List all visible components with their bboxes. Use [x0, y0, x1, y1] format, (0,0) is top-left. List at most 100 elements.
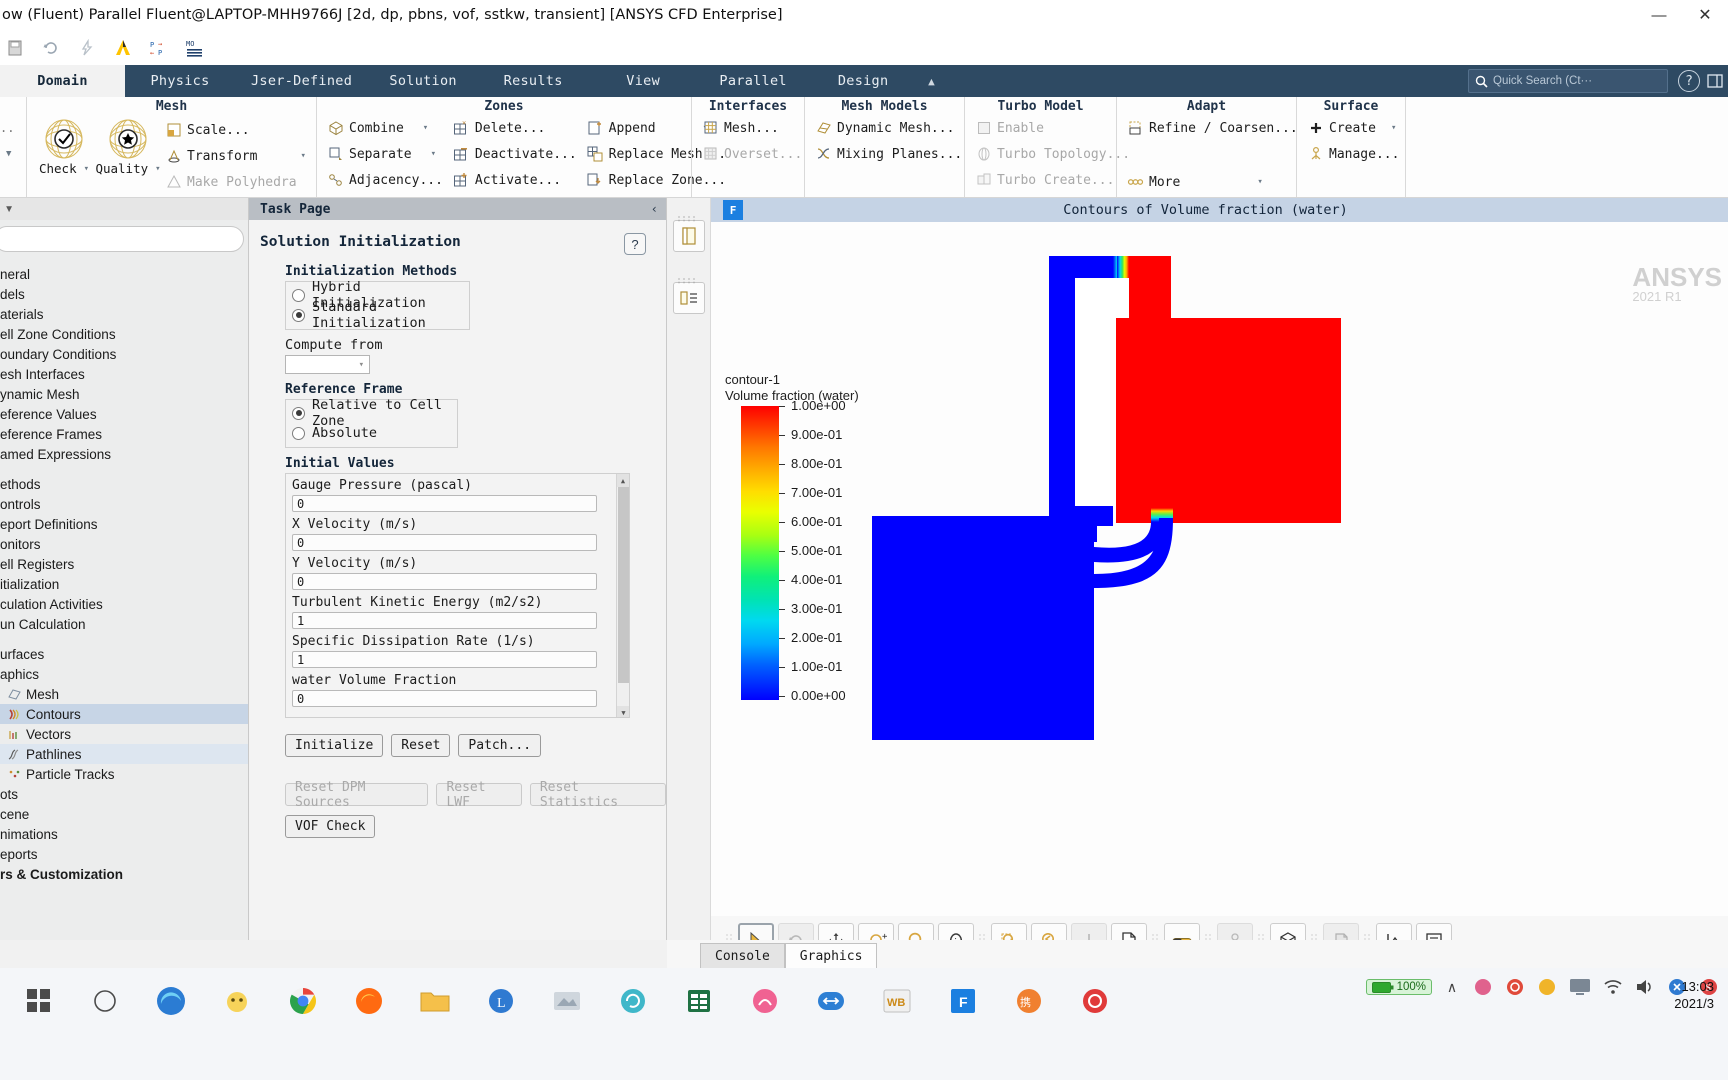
mo-icon[interactable]: MO — [184, 37, 206, 59]
chevron-down-icon[interactable]: ▾ — [80, 164, 89, 174]
tray-red-icon[interactable] — [1504, 976, 1526, 998]
battery-indicator[interactable]: 100% — [1365, 979, 1432, 995]
deactivate-zone-button[interactable]: Deactivate... — [449, 142, 581, 166]
scroll-down-icon[interactable]: ▼ — [617, 706, 629, 717]
tree-search-input[interactable] — [0, 226, 244, 252]
chevron-down-icon[interactable]: ▾ — [1185, 177, 1262, 187]
contour-canvas[interactable]: ANSYS 2021 R1 contour-1 Volume fraction … — [711, 222, 1728, 916]
tree-item-surfaces[interactable]: urfaces — [0, 644, 248, 664]
app-yellow-icon[interactable] — [218, 982, 256, 1020]
gauge-pressure-input[interactable]: 0 — [292, 495, 597, 512]
tab-results[interactable]: Results — [478, 65, 588, 97]
y-velocity-input[interactable]: 0 — [292, 573, 597, 590]
scale-button[interactable]: Scale... — [161, 118, 310, 142]
collapse-ribbon-icon[interactable]: ▲ — [918, 65, 945, 97]
chevron-up-icon[interactable]: ∧ — [1442, 977, 1462, 997]
activate-zone-button[interactable]: Activate... — [449, 168, 581, 192]
tab-physics[interactable]: Physics — [125, 65, 235, 97]
tree-item-monitors[interactable]: onitors — [0, 534, 248, 554]
taskbar-clock[interactable]: 13:03 2021/3 — [1674, 978, 1714, 1012]
tray-yellow-icon[interactable] — [1536, 976, 1558, 998]
mesh-quality-button[interactable]: Quality ▾ — [95, 116, 161, 176]
tree-item-mesh-interfaces[interactable]: esh Interfaces — [0, 364, 248, 384]
tree-item-graphics[interactable]: aphics — [0, 664, 248, 684]
task-page-collapse-icon[interactable]: ‹ — [651, 202, 666, 216]
chevron-down-icon[interactable]: ▾ — [151, 164, 160, 174]
tree-item-models[interactable]: dels — [0, 284, 248, 304]
tray-monitor-icon[interactable] — [1568, 976, 1592, 998]
explorer-icon[interactable] — [416, 982, 454, 1020]
refresh-icon[interactable] — [40, 37, 62, 59]
tree-item-methods[interactable]: ethods — [0, 474, 248, 494]
split-pane-icon[interactable] — [672, 282, 705, 314]
chrome-icon[interactable] — [284, 982, 322, 1020]
tree-item-reference-frames[interactable]: eference Frames — [0, 424, 248, 444]
initial-values-scrollbar[interactable]: ▲ ▼ — [616, 474, 629, 717]
separate-button[interactable]: Separate ▾ — [323, 142, 447, 166]
tree-item-parameters-customization[interactable]: rs & Customization — [0, 864, 248, 884]
mixing-planes-button[interactable]: Mixing Planes... — [811, 142, 966, 166]
cortana-icon[interactable] — [86, 982, 124, 1020]
tree-item-dynamic-mesh[interactable]: ynamic Mesh — [0, 384, 248, 404]
app-teal-icon[interactable] — [614, 982, 652, 1020]
tree-item-mesh[interactable]: Mesh — [0, 684, 248, 704]
standard-initialization-radio[interactable]: Standard Initialization — [292, 299, 459, 331]
mesh-check-button[interactable]: Check ▾ — [33, 116, 95, 176]
dock-grip-icon[interactable] — [677, 210, 701, 222]
quick-search-input[interactable]: Quick Search (Ct··· — [1468, 69, 1668, 93]
water-volume-fraction-input[interactable]: 0 — [292, 690, 597, 707]
close-button[interactable]: ✕ — [1682, 0, 1728, 30]
tab-console[interactable]: Console — [700, 943, 785, 968]
transform-button[interactable]: Transform ▾ — [161, 144, 310, 168]
chevron-down-icon[interactable]: ▾ — [417, 149, 436, 159]
tree-item-animations[interactable]: nimations — [0, 824, 248, 844]
tree-item-materials[interactable]: aterials — [0, 304, 248, 324]
refine-coarsen-button[interactable]: Refine / Coarsen... — [1123, 116, 1298, 140]
tree-item-controls[interactable]: ontrols — [0, 494, 248, 514]
tab-user-defined[interactable]: Jser-Defined — [235, 65, 368, 97]
create-surface-button[interactable]: Create ▾ — [1303, 116, 1403, 140]
firefox-icon[interactable] — [350, 982, 388, 1020]
minimize-button[interactable]: — — [1636, 0, 1682, 30]
chevron-down-icon[interactable]: ▾ — [409, 123, 428, 133]
tree-item-report-definitions[interactable]: eport Definitions — [0, 514, 248, 534]
pressure-icon[interactable]: P → ← P — [148, 37, 170, 59]
help-icon[interactable]: ? — [1678, 70, 1700, 92]
save-icon[interactable] — [4, 37, 26, 59]
app-gray-icon[interactable] — [548, 982, 586, 1020]
app-arrows-icon[interactable] — [812, 982, 850, 1020]
tab-graphics[interactable]: Graphics — [784, 943, 878, 968]
relative-to-cell-zone-radio[interactable]: Relative to Cell Zone — [292, 397, 447, 429]
app-orange-icon[interactable]: 携 — [1010, 982, 1048, 1020]
reset-button[interactable]: Reset — [391, 734, 451, 757]
tree-item-named-expressions[interactable]: amed Expressions — [0, 444, 248, 464]
delete-zone-button[interactable]: × Delete... — [449, 116, 581, 140]
workbench-icon[interactable]: WB — [878, 982, 916, 1020]
tray-wifi-icon[interactable] — [1602, 976, 1624, 998]
lightning-icon[interactable] — [76, 37, 98, 59]
adapt-more-button[interactable]: More ▾ — [1123, 170, 1290, 194]
tray-volume-icon[interactable] — [1634, 976, 1656, 998]
single-pane-icon[interactable] — [672, 220, 705, 252]
tree-item-cell-zone-conditions[interactable]: ell Zone Conditions — [0, 324, 248, 344]
tab-view[interactable]: View — [588, 65, 698, 97]
x-velocity-input[interactable]: 0 — [292, 534, 597, 551]
manage-surface-button[interactable]: Manage... — [1303, 142, 1403, 166]
interface-mesh-button[interactable]: Mesh... — [698, 116, 806, 140]
start-icon[interactable] — [20, 982, 58, 1020]
dynamic-mesh-button[interactable]: Dynamic Mesh... — [811, 116, 966, 140]
tree-item-contours[interactable]: Contours — [0, 704, 248, 724]
fluent-icon[interactable]: F — [944, 982, 982, 1020]
app-blue-l-icon[interactable]: L — [482, 982, 520, 1020]
turbulent-kinetic-energy-input[interactable]: 1 — [292, 612, 597, 629]
tree-item-initialization[interactable]: itialization — [0, 574, 248, 594]
app-red-icon[interactable] — [1076, 982, 1114, 1020]
app-pink-icon[interactable] — [746, 982, 784, 1020]
compute-from-dropdown[interactable]: ▾ — [285, 355, 370, 374]
tree-item-cell-registers[interactable]: ell Registers — [0, 554, 248, 574]
chevron-down-icon[interactable]: ▾ — [1381, 123, 1396, 133]
tree-item-reports[interactable]: eports — [0, 844, 248, 864]
tree-item-run-calculation[interactable]: un Calculation — [0, 614, 248, 634]
tree-item-plots[interactable]: ots — [0, 784, 248, 804]
adjacency-button[interactable]: Adjacency... — [323, 168, 447, 192]
